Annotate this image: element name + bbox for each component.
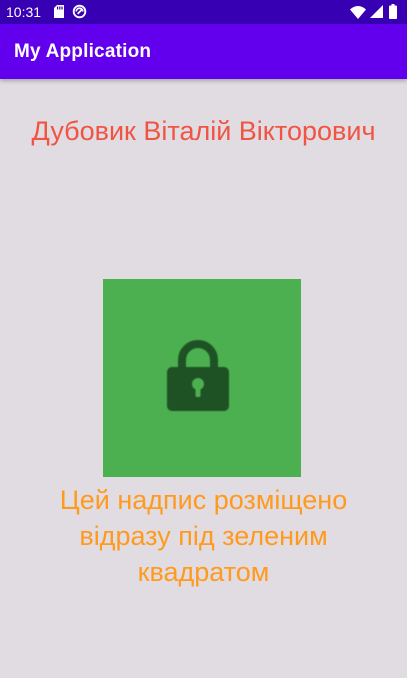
sd-card-icon — [54, 5, 64, 18]
battery-icon — [389, 4, 397, 19]
lock-icon — [167, 340, 229, 411]
status-bar: 10:31 — [0, 0, 407, 24]
author-name-text: Дубовик Віталій Вікторович — [31, 116, 376, 146]
cell-signal-icon — [370, 5, 383, 18]
app-title: My Application — [14, 41, 152, 62]
app-bar: My Application — [0, 24, 407, 79]
data-saver-icon — [72, 4, 87, 19]
wifi-icon — [350, 6, 366, 19]
status-time: 10:31 — [6, 4, 42, 20]
caption-text: Цей надпис розміщено відразу під зеленим… — [59, 485, 348, 587]
app-screen: 10:31 My Application Дубовик Віталій Вік… — [0, 0, 407, 678]
